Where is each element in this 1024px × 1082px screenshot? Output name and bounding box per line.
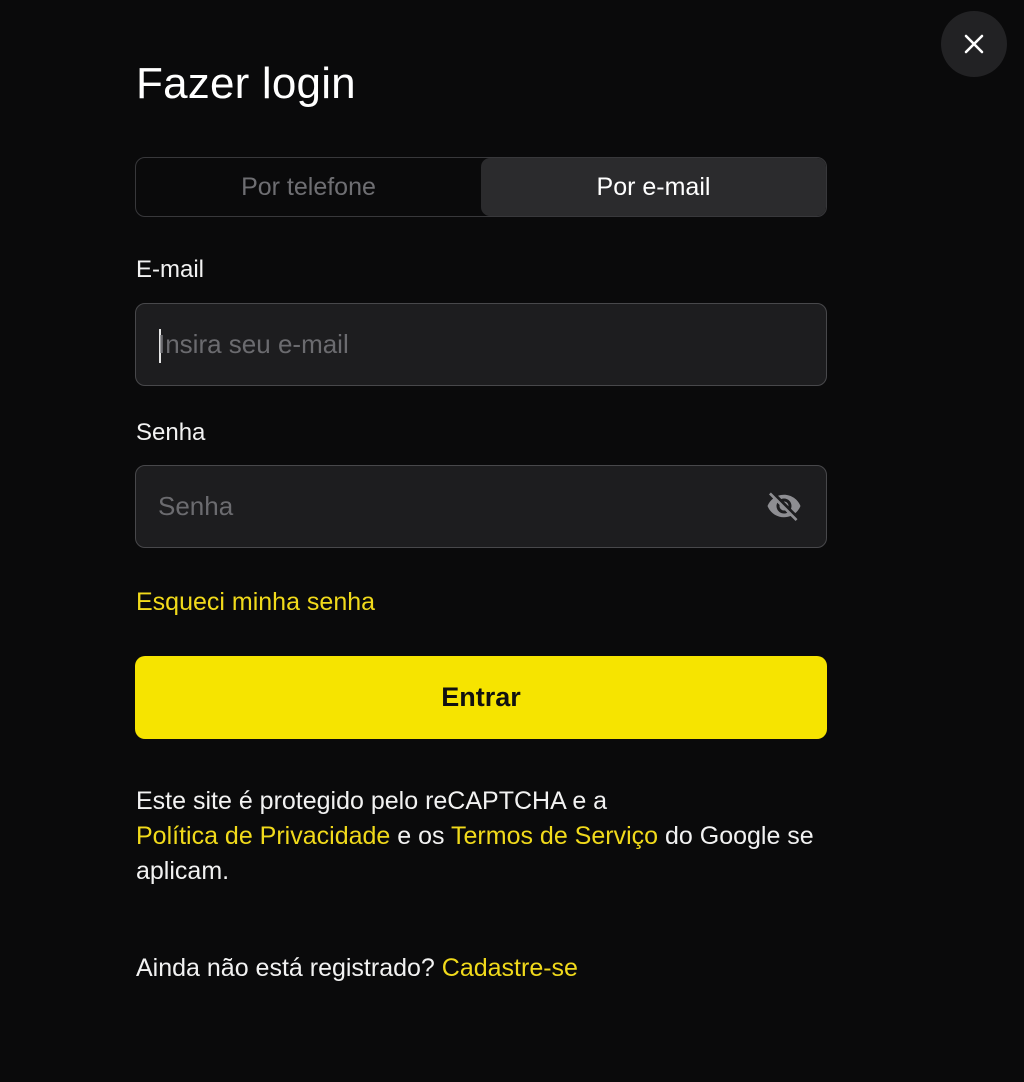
forgot-password-link[interactable]: Esqueci minha senha — [136, 588, 375, 617]
login-method-tabs: Por telefone Por e-mail — [135, 157, 827, 217]
close-icon — [964, 34, 984, 54]
register-prompt: Ainda não está registrado? Cadastre-se — [136, 954, 578, 983]
recaptcha-text: Este site é protegido pelo reCAPTCHA e a — [136, 787, 608, 815]
register-link[interactable]: Cadastre-se — [442, 954, 578, 982]
login-button[interactable]: Entrar — [135, 656, 827, 739]
tab-email[interactable]: Por e-mail — [481, 158, 826, 216]
password-label: Senha — [136, 419, 206, 446]
email-field[interactable] — [158, 304, 738, 385]
terms-of-service-link[interactable]: Termos de Serviço — [451, 822, 658, 850]
close-button[interactable] — [941, 11, 1007, 77]
tab-phone[interactable]: Por telefone — [136, 158, 481, 216]
privacy-policy-link[interactable]: Política de Privacidade — [136, 822, 390, 850]
eye-off-icon[interactable] — [766, 488, 802, 524]
email-label: E-mail — [136, 256, 205, 283]
page-title: Fazer login — [136, 59, 356, 108]
register-prompt-text: Ainda não está registrado? — [136, 954, 435, 982]
login-modal: Fazer login Por telefone Por e-mail E-ma… — [0, 0, 1024, 1082]
email-field-wrapper — [135, 303, 827, 386]
recaptcha-notice: Este site é protegido pelo reCAPTCHA e a… — [136, 784, 836, 889]
password-field-wrapper — [135, 465, 827, 548]
recaptcha-text-and: e os — [390, 822, 452, 850]
password-field[interactable] — [158, 466, 738, 547]
